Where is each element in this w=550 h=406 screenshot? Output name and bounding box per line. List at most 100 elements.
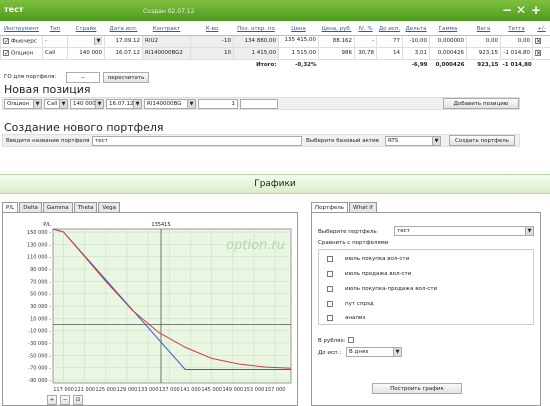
positions-table: Инструмент Тип Страйк Дата исп. Контракт…	[0, 23, 550, 71]
date-select[interactable]: 16.07.12 ▼	[106, 99, 142, 109]
chart-panel: 150 000 - 130 000 - 110 000 - 90 000 - 70 00…	[2, 212, 298, 406]
col-header: +/-	[532, 23, 550, 36]
base-asset-select[interactable]: RTS ▼	[385, 136, 441, 146]
table-row: ✓ Опцион Call 140 000 16.07.12 RI140000BG…	[0, 46, 550, 60]
x-tick-label: 121 000	[74, 387, 95, 393]
y-tick-label: 150 000 -	[27, 230, 51, 236]
instrument-select[interactable]: Опцион ▼	[4, 99, 42, 109]
plus-icon[interactable]: +	[530, 4, 542, 16]
right-tabs: Портфель What if	[311, 202, 378, 212]
list-item[interactable]: июль покупка-продажа вол-сти	[327, 284, 437, 294]
charts-header: Графики	[0, 174, 550, 194]
y-tick-label: 50 000 -	[30, 292, 51, 298]
build-chart-button[interactable]: Построить график	[372, 383, 462, 394]
y-tick-label: 110 000 -	[27, 255, 51, 261]
chevron-down-icon: ▼	[187, 100, 195, 108]
tab-delta[interactable]: Delta	[19, 202, 42, 212]
zoom-reset-icon[interactable]: ⊡	[73, 395, 83, 405]
contract-select[interactable]: RI140000BG ▼	[144, 99, 196, 109]
y-tick-label: -50 000 -	[28, 353, 51, 359]
col-header[interactable]: Тип	[42, 23, 68, 36]
col-header[interactable]: Тетта	[500, 23, 533, 36]
zoom-out-icon[interactable]: −	[60, 395, 70, 405]
portfolio-select[interactable]: тест ▼	[394, 226, 534, 236]
col-header[interactable]: До исп.	[376, 23, 403, 36]
strike-select[interactable]: 140 000 ▼	[70, 99, 104, 109]
col-header[interactable]: IV, %	[354, 23, 377, 36]
compare-label: Сравнить с портфелями	[318, 240, 389, 246]
go-value: --	[66, 72, 100, 83]
list-item[interactable]: пут спрэд	[327, 299, 374, 309]
zoom-in-icon[interactable]: +	[47, 395, 57, 405]
compare-checkbox[interactable]	[327, 255, 333, 262]
list-item[interactable]: июль покупка вол-сти	[327, 254, 409, 264]
row-checkbox[interactable]: ✓	[3, 37, 9, 44]
compare-checkbox[interactable]	[327, 285, 333, 292]
list-item[interactable]: июль продажа вол-сти	[327, 269, 411, 279]
create-portfolio-button[interactable]: Создать портфель	[449, 135, 515, 146]
until-select[interactable]: В днях ▼	[346, 347, 402, 357]
tab-vega[interactable]: Vega	[98, 202, 120, 212]
y-tick-label: -70 000 -	[28, 366, 51, 372]
price-input[interactable]	[240, 99, 278, 109]
y-tick-label: -10 000 -	[28, 329, 51, 335]
col-header[interactable]: Контракт	[142, 23, 191, 36]
col-header[interactable]: Цена	[278, 23, 319, 36]
chart-toolbar: + − ⊡	[47, 395, 83, 405]
x-tick-label: 133 000	[138, 387, 159, 393]
quantity-input[interactable]: 1	[198, 99, 238, 109]
x-tick-label: 125 000	[96, 387, 117, 393]
total-label: Итого:	[256, 62, 277, 69]
select-portfolio-label: Выберите портфель	[318, 229, 377, 235]
new-portfolio-row: Введите название портфеля тест Выберите …	[2, 134, 520, 147]
tab-what-if[interactable]: What if	[349, 202, 377, 212]
portfolio-header: тест Создан 02.07.12 − ✕ +	[0, 0, 550, 21]
col-header[interactable]: Вега	[466, 23, 501, 36]
delete-row-icon[interactable]: ✕	[535, 49, 541, 56]
tab-theta[interactable]: Theta	[73, 202, 98, 212]
tab-portfolio[interactable]: Портфель	[311, 202, 349, 212]
option-kind-select[interactable]: Call ▼	[44, 99, 68, 109]
col-header[interactable]: Страйк	[67, 23, 105, 36]
base-asset-label: Выберите базовый актив	[306, 138, 379, 144]
chevron-down-icon: ▼	[95, 100, 103, 108]
recalculate-button[interactable]: пересчитать	[103, 72, 149, 83]
x-tick-label: 145 000	[201, 387, 222, 393]
col-header[interactable]: К-во	[190, 23, 234, 36]
portfolio-name-input[interactable]: тест	[92, 136, 302, 146]
row-checkbox[interactable]: ✓	[3, 49, 9, 56]
table-row: ✓ Фьючерс - ▼ 17.09.12 RIU2 -10 134 880,0…	[0, 34, 550, 48]
compare-checkbox[interactable]	[327, 300, 333, 307]
y-tick-label: 70 000 -	[30, 279, 51, 285]
y-tick-label: -30 000 -	[28, 341, 51, 347]
x-tick-label: 129 000	[117, 387, 138, 393]
portfolio-name: тест	[4, 5, 24, 14]
col-header[interactable]: Гамма	[429, 23, 467, 36]
delete-row-icon[interactable]: ✕	[535, 37, 541, 44]
chart-tabs: P/L Delta Gamma Theta Vega	[2, 202, 121, 212]
add-position-button[interactable]: Добавить позицию	[443, 98, 519, 109]
portfolio-name-label: Введите название портфеля	[6, 138, 90, 144]
rub-label: В рублях:	[318, 338, 346, 344]
minus-icon[interactable]: −	[501, 4, 513, 16]
col-header[interactable]: Дата исп.	[104, 23, 143, 36]
tab-gamma[interactable]: Gamma	[42, 202, 73, 212]
chart-title: P/L	[43, 222, 51, 228]
chevron-down-icon[interactable]: ▼	[94, 37, 102, 45]
chevron-down-icon: ▼	[432, 137, 440, 145]
close-icon[interactable]: ✕	[515, 4, 527, 16]
list-item[interactable]: анализ	[327, 313, 365, 323]
compare-checkbox[interactable]	[327, 314, 333, 321]
pl-chart: 150 000 - 130 000 - 110 000 - 90 000 - 70 00…	[27, 222, 292, 393]
col-header[interactable]: Дельта	[402, 23, 430, 36]
total-row: Итого: -0,32% -6,99 0,000426 923,15 -1 0…	[1, 59, 550, 71]
col-header[interactable]: Цена, руб.	[318, 23, 355, 36]
rub-checkbox[interactable]	[348, 337, 354, 343]
col-header[interactable]: Инструмент	[0, 23, 43, 36]
tab-pl[interactable]: P/L	[2, 202, 19, 212]
new-portfolio-title: Создание нового портфеля	[4, 121, 164, 134]
new-position-title: Новая позиция	[4, 83, 91, 96]
compare-checkbox[interactable]	[327, 270, 333, 277]
new-position-row: Опцион ▼ Call ▼ 140 000 ▼ 16.07.12 ▼ RI14000…	[2, 97, 520, 110]
col-header[interactable]: Поз. откр. по	[233, 23, 279, 36]
